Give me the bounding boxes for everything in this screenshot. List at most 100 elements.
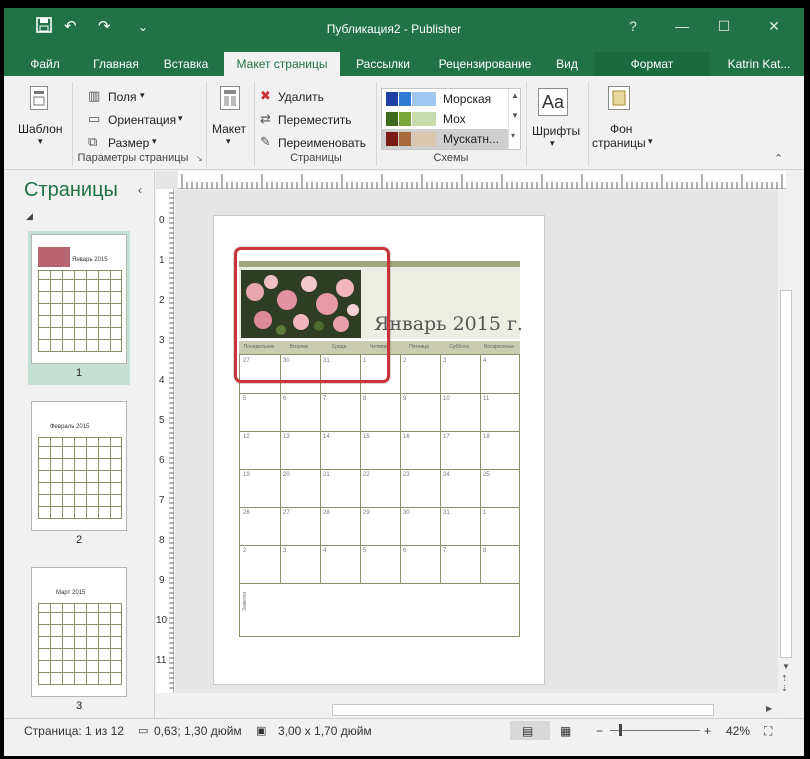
- day-number: 31: [443, 510, 450, 516]
- scroll-down-icon[interactable]: ▼: [782, 662, 790, 671]
- grid-line: [480, 355, 481, 583]
- day-number: 4: [323, 548, 327, 554]
- page-thumbnail-1[interactable]: Январь 2015 1: [28, 231, 130, 385]
- publisher-window: ↶ ↷ ⌄ Публикация2 - Publisher ? — ☐ ✕ Фа…: [4, 8, 804, 756]
- previous-page-icon[interactable]: ⇡: [781, 674, 788, 683]
- size-label: Размер: [108, 136, 150, 150]
- vertical-ruler[interactable]: 0 1 2 3 4 5 6 7 8 9 10 11: [156, 189, 174, 693]
- fonts-icon: Aa: [538, 88, 568, 116]
- day-number: 14: [323, 434, 330, 440]
- dialog-launcher-icon[interactable]: ↘: [196, 154, 203, 163]
- zoom-in-icon[interactable]: +: [704, 724, 711, 738]
- page-background-label: Фон: [610, 122, 633, 136]
- zoom-out-icon[interactable]: −: [596, 724, 603, 738]
- page-background-label-2: страницы: [592, 136, 646, 150]
- collapse-pane-icon[interactable]: ‹: [138, 183, 142, 197]
- vertical-scrollbar[interactable]: ▼ ⇡ ⇣: [778, 190, 794, 693]
- section-collapse-icon[interactable]: ◢: [26, 211, 33, 222]
- redo-icon[interactable]: ↷: [98, 17, 111, 37]
- undo-icon[interactable]: ↶: [64, 17, 77, 37]
- save-icon[interactable]: [36, 17, 52, 39]
- size-button[interactable]: ⧉ Размер ▾: [86, 134, 196, 154]
- day-number: 9: [403, 396, 407, 402]
- gallery-more-icon[interactable]: ▾: [511, 131, 515, 140]
- maximize-button[interactable]: ☐: [706, 18, 742, 35]
- workspace-canvas[interactable]: Январь 2015 г. Понедельник Вторник Среда…: [175, 190, 778, 693]
- grid-line: [240, 469, 519, 470]
- orientation-button[interactable]: ▭ Ориентация ▾: [86, 111, 196, 131]
- selection-highlight: [234, 247, 390, 383]
- tab-page-layout[interactable]: Макет страницы: [224, 52, 340, 76]
- scrollbar-thumb[interactable]: [332, 704, 714, 716]
- page-background-button[interactable]: Фон страницы ▾: [592, 82, 662, 152]
- ruler-label: 2: [159, 295, 165, 306]
- scrollbar-thumb[interactable]: [780, 290, 792, 658]
- scroll-right-icon[interactable]: ▶: [766, 704, 772, 713]
- move-icon: ⇄: [260, 111, 271, 126]
- chevron-down-icon: ▾: [550, 138, 555, 148]
- horizontal-ruler[interactable]: [178, 171, 786, 189]
- page-thumbnail-2[interactable]: Февраль 2015 2: [28, 398, 130, 552]
- scheme-swatch: [412, 92, 436, 106]
- rename-page-button[interactable]: ✎ Переименовать: [258, 134, 374, 154]
- day-number: 22: [363, 472, 370, 478]
- day-number: 8: [483, 548, 487, 554]
- ribbon: Шаблон ▾ ▥ Поля ▾ ▭ Ориентация ▾ ⧉ Разме…: [4, 76, 804, 170]
- chevron-down-icon: ▾: [178, 113, 183, 123]
- template-button[interactable]: Шаблон ▾: [12, 82, 68, 152]
- customize-quick-access-icon[interactable]: ⌄: [138, 17, 148, 37]
- orientation-icon: ▭: [88, 111, 101, 126]
- thumbnail-number: 2: [75, 534, 83, 546]
- user-account[interactable]: Katrin Kat...: [716, 52, 802, 76]
- tab-review[interactable]: Рецензирование: [430, 52, 540, 76]
- layout-label: Макет: [212, 122, 246, 136]
- tab-view[interactable]: Вид: [550, 52, 584, 76]
- delete-label: Удалить: [278, 90, 324, 104]
- color-schemes-gallery[interactable]: Морская Мох Мускатн... ▲ ▼ ▾: [381, 88, 521, 150]
- tab-insert[interactable]: Вставка: [156, 52, 216, 76]
- minimize-button[interactable]: —: [664, 18, 700, 34]
- page-thumbnail-3[interactable]: Март 2015 3: [28, 564, 130, 718]
- ruler-label: 0: [159, 215, 165, 226]
- tab-file[interactable]: Файл: [22, 52, 68, 76]
- delete-page-button[interactable]: ✖ Удалить: [258, 88, 368, 108]
- tab-format[interactable]: Формат: [594, 52, 710, 76]
- margins-button[interactable]: ▥ Поля ▾: [86, 88, 196, 108]
- scheme-item-selected[interactable]: Мускатн...: [382, 129, 508, 149]
- page-indicator[interactable]: Страница: 1 из 12: [24, 724, 124, 738]
- zoom-slider-thumb[interactable]: [619, 724, 622, 736]
- horizontal-scrollbar[interactable]: ▶: [175, 703, 778, 717]
- group-separator: [376, 82, 377, 166]
- layout-button[interactable]: Макет ▾: [208, 82, 250, 152]
- scheme-item[interactable]: Мох: [382, 109, 508, 129]
- page-setup-group-label: Параметры страницы: [77, 152, 189, 164]
- scheme-swatch: [399, 92, 411, 106]
- zoom-slider[interactable]: [610, 730, 700, 731]
- fonts-button[interactable]: Aa Шрифты ▾: [530, 82, 580, 152]
- close-button[interactable]: ✕: [756, 18, 792, 35]
- thumbnail-number: 3: [75, 700, 83, 712]
- group-separator: [588, 82, 589, 166]
- tab-mailings[interactable]: Рассылки: [348, 52, 418, 76]
- fit-page-icon[interactable]: ⛶: [764, 724, 772, 739]
- day-number: 21: [323, 472, 330, 478]
- tab-home[interactable]: Главная: [84, 52, 148, 76]
- day-number: 19: [243, 472, 250, 478]
- scroll-down-icon[interactable]: ▼: [511, 111, 519, 120]
- zoom-level[interactable]: 42%: [726, 724, 750, 738]
- help-button[interactable]: ?: [615, 18, 651, 34]
- next-page-icon[interactable]: ⇣: [781, 684, 788, 693]
- move-page-button[interactable]: ⇄ Переместить: [258, 111, 368, 131]
- calendar-grid[interactable]: Заметки 27 30 31 1 2 3 4 5 6 7 8 9 10 11 12 13 14 15 16 17 1…: [239, 354, 520, 637]
- day-number: 2: [243, 548, 247, 554]
- scheme-item[interactable]: Морская: [382, 89, 508, 109]
- collapse-ribbon-icon[interactable]: ⌃: [774, 152, 783, 165]
- weekday-name: Воскресенье: [484, 344, 514, 350]
- ruler-label: 9: [159, 575, 165, 586]
- two-page-view-icon[interactable]: ▦: [560, 724, 571, 738]
- gallery-scrollbar[interactable]: ▲ ▼ ▾: [508, 89, 521, 149]
- calendar-month-title[interactable]: Январь 2015 г.: [374, 313, 523, 335]
- scroll-up-icon[interactable]: ▲: [511, 91, 519, 100]
- day-number: 20: [283, 472, 290, 478]
- day-number: 28: [323, 510, 330, 516]
